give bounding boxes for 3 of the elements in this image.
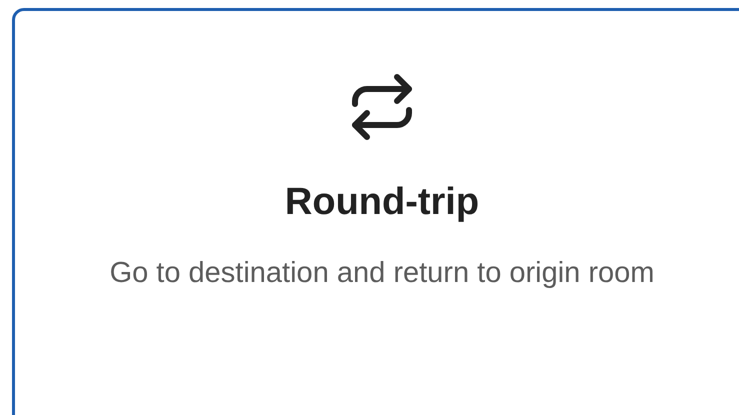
- card-description: Go to destination and return to origin room: [108, 256, 656, 291]
- card-title: Round-trip: [284, 181, 480, 224]
- option-card[interactable]: Round-trip Go to destination and return to origin room: [12, 8, 739, 415]
